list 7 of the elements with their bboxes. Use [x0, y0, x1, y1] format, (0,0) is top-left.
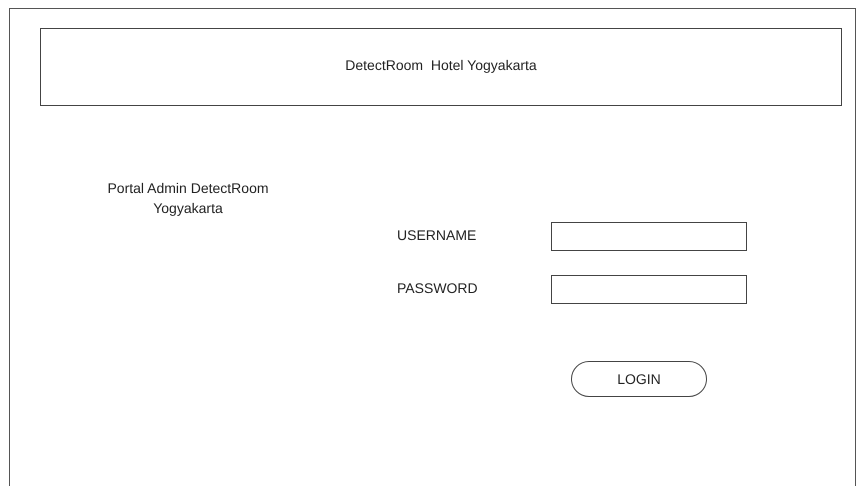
portal-caption: Portal Admin DetectRoom Yogyakarta [106, 179, 270, 218]
input-field[interactable] [551, 275, 747, 304]
field-label: PASSWORD [397, 279, 479, 296]
input-field[interactable] [551, 222, 747, 251]
field-label: USERNAME [397, 226, 478, 243]
login-button[interactable]: LOGIN [571, 361, 707, 397]
header-banner: DetectRoom Hotel Yogyakarta [40, 28, 842, 106]
